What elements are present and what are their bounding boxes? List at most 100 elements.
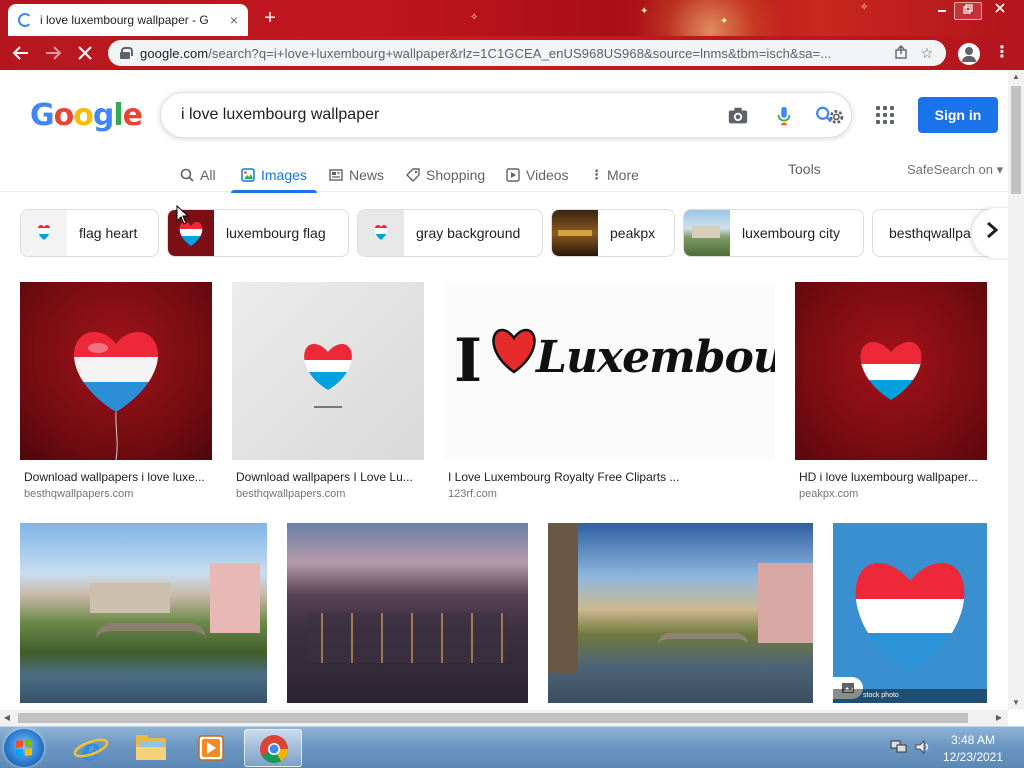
image-icon [241, 168, 255, 182]
chip-flag-heart[interactable]: flag heart [20, 209, 159, 257]
tab-shopping[interactable]: Shopping [406, 158, 485, 192]
result-caption[interactable]: HD i love luxembourg wallpaper... [799, 470, 985, 484]
result-image-luxembourg-city[interactable] [20, 523, 267, 703]
chip-label: luxembourg city [742, 225, 841, 241]
result-caption[interactable]: Download wallpapers I Love Lu... [236, 470, 422, 484]
tab-more[interactable]: ⋮ More [590, 158, 639, 192]
sign-in-button[interactable]: Sign in [918, 97, 998, 133]
clipart-word-luxembourg: Luxembourg [536, 332, 775, 383]
stone-bridge [658, 633, 748, 645]
stop-x-icon [78, 46, 92, 60]
vertical-scrollbar[interactable]: ▲ ▼ [1008, 70, 1024, 710]
taskbar-file-explorer[interactable] [122, 729, 180, 767]
logo-letter: e [122, 98, 143, 133]
tab-close-icon[interactable]: × [230, 12, 238, 28]
taskbar-chrome[interactable] [244, 729, 302, 767]
logo-letter: o [53, 98, 75, 133]
result-image-night-city[interactable] [287, 523, 528, 703]
back-button[interactable] [8, 40, 34, 66]
city-buildings [90, 583, 170, 613]
result-image-blue-heart-stock[interactable]: stock photo [833, 523, 987, 703]
scroll-up-arrow-icon[interactable]: ▲ [1008, 70, 1024, 84]
safesearch-dropdown[interactable]: SafeSearch on ▾ [907, 158, 1003, 192]
stop-loading-button[interactable] [72, 40, 98, 66]
address-bar[interactable]: google.com/search?q=i+love+luxembourg+wa… [108, 40, 946, 66]
pink-building [210, 563, 260, 633]
clock-date[interactable]: 12/23/2021 [940, 750, 1006, 764]
news-icon [329, 169, 343, 181]
chip-luxembourg-city[interactable]: luxembourg city [683, 209, 864, 257]
horizontal-scrollbar[interactable]: ◀ ▶ [0, 710, 1008, 726]
search-settings-icon[interactable] [813, 105, 847, 127]
chip-thumbnail [168, 210, 214, 256]
bookmark-star-icon[interactable]: ☆ [914, 45, 940, 62]
search-tabs: All Images News Shopping Videos ⋮ More T… [0, 158, 1008, 193]
tab-news[interactable]: News [329, 158, 384, 192]
chip-gray-background[interactable]: gray background [357, 209, 543, 257]
result-image-river-town[interactable] [548, 523, 813, 703]
microphone-icon[interactable] [773, 105, 795, 127]
new-tab-button[interactable]: + [258, 6, 282, 30]
result-image-gray-heart[interactable] [232, 282, 424, 460]
tab-label: Images [261, 167, 307, 183]
camera-icon[interactable] [727, 105, 749, 127]
tools-button[interactable]: Tools [788, 158, 821, 192]
folder-icon [136, 735, 166, 760]
clock-time[interactable]: 3:48 AM [940, 733, 1006, 747]
tab-all[interactable]: All [180, 158, 216, 192]
minimize-button[interactable] [928, 2, 956, 20]
result-image-i-love-luxembourg[interactable]: I Luxembourg [444, 282, 775, 460]
volume-icon[interactable] [914, 739, 932, 755]
chip-label: peakpx [610, 225, 656, 241]
result-source[interactable]: 123rf.com [448, 488, 497, 500]
red-heart-icon [492, 328, 536, 374]
heart-flag-image [855, 563, 965, 673]
windows-taskbar: e 3:48 AM 12/23/2021 [0, 726, 1024, 768]
chip-peakpx[interactable]: peakpx [551, 209, 675, 257]
scroll-left-arrow-icon[interactable]: ◀ [0, 710, 14, 726]
chip-thumbnail [684, 210, 730, 256]
profile-avatar-icon[interactable] [958, 43, 980, 65]
chip-thumbnail [21, 210, 67, 256]
tab-images[interactable]: Images [231, 158, 317, 193]
video-icon [506, 168, 520, 182]
url-text[interactable]: google.com/search?q=i+love+luxembourg+wa… [140, 46, 888, 61]
tab-title: i love luxembourg wallpaper - G [40, 13, 209, 27]
result-image-balloon-heart[interactable] [20, 282, 212, 460]
start-button[interactable] [4, 729, 44, 767]
search-box[interactable]: i love luxembourg wallpaper [160, 92, 852, 138]
close-icon [995, 3, 1005, 13]
taskbar-internet-explorer[interactable]: e [62, 729, 120, 768]
result-source[interactable]: besthqwallpapers.com [24, 488, 133, 500]
scroll-down-arrow-icon[interactable]: ▼ [1008, 696, 1024, 710]
google-logo[interactable]: Google [30, 98, 143, 133]
restore-button[interactable] [954, 2, 982, 20]
heart-balloon-flag-image [74, 332, 158, 460]
result-image-red-heart[interactable] [795, 282, 987, 460]
network-icon[interactable] [890, 739, 908, 755]
chip-luxembourg-flag[interactable]: luxembourg flag [167, 209, 349, 257]
taskbar-media-player[interactable] [182, 729, 240, 767]
chip-thumbnail [552, 210, 598, 256]
logo-letter: o [73, 98, 94, 133]
google-apps-icon[interactable] [876, 106, 894, 124]
heart-flag-thumbnail [374, 225, 388, 240]
result-source[interactable]: peakpx.com [799, 488, 858, 500]
result-source[interactable]: besthqwallpapers.com [236, 488, 345, 500]
tab-label: All [200, 167, 216, 183]
chrome-menu-icon[interactable]: ⋮ [994, 44, 1010, 62]
restore-icon [963, 4, 973, 14]
url-host: google.com [140, 45, 209, 61]
tag-icon [406, 168, 420, 182]
scrollbar-thumb[interactable] [18, 713, 968, 723]
search-input[interactable]: i love luxembourg wallpaper [181, 106, 379, 124]
share-icon[interactable] [888, 44, 914, 62]
scroll-right-arrow-icon[interactable]: ▶ [992, 710, 1006, 726]
browser-tab-active[interactable]: i love luxembourg wallpaper - G × [8, 4, 248, 36]
scrollbar-thumb[interactable] [1011, 86, 1021, 194]
tab-videos[interactable]: Videos [506, 158, 569, 192]
result-caption[interactable]: I Love Luxembourg Royalty Free Cliparts … [448, 470, 774, 484]
result-caption[interactable]: Download wallpapers i love luxe... [24, 470, 210, 484]
forward-button[interactable] [40, 40, 66, 66]
close-window-button[interactable] [982, 2, 1018, 20]
